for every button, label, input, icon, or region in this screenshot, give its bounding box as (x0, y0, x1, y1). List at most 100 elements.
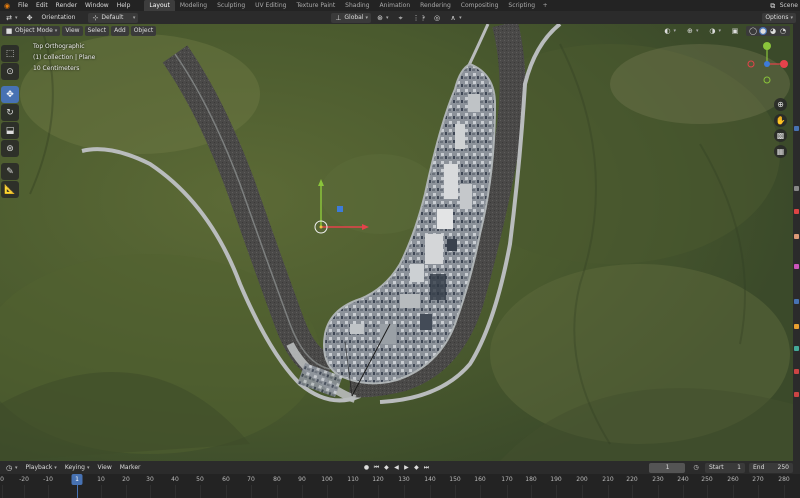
tab-rendering[interactable]: Rendering (415, 0, 456, 11)
playhead-frame-indicator[interactable]: 1 (71, 474, 83, 485)
zoom-icon[interactable]: ⊕ (774, 98, 787, 111)
playback-menu[interactable]: Playback ▾ (23, 463, 60, 473)
proportional-edit-toggle[interactable]: ◎ (430, 13, 444, 23)
options-dropdown[interactable]: Options ▾ (762, 12, 796, 23)
play-reverse-icon[interactable]: ◀ (392, 463, 401, 472)
add-workspace-button[interactable]: + (540, 0, 550, 11)
prev-keyframe-icon[interactable]: ◆ (382, 463, 391, 472)
rendered-shading-icon[interactable]: ◔ (779, 27, 787, 35)
timeline-tick-label: 230 (652, 476, 664, 483)
transform-space-dropdown[interactable]: ⊥ Global ▾ (331, 12, 372, 23)
menu-window[interactable]: Window (81, 0, 113, 11)
gizmo-toggle[interactable]: ⊕ ▾ (683, 26, 702, 36)
scene-tab-icon[interactable] (794, 234, 799, 239)
scene-selector[interactable]: ⧉ Scene (769, 0, 798, 11)
editor-type-dropdown[interactable]: ◷ ▾ (2, 463, 21, 473)
scale-icon[interactable]: ⬓ (1, 122, 19, 139)
proportional-falloff-dropdown[interactable]: ∧ ▾ (446, 13, 465, 23)
menu-file[interactable]: File (14, 0, 32, 11)
tab-uv-editing[interactable]: UV Editing (250, 0, 291, 11)
rotate-icon[interactable]: ↻ (1, 104, 19, 121)
select-menu[interactable]: Select (84, 25, 110, 36)
neg-x-axis-handle[interactable] (747, 60, 755, 68)
object-tab-icon[interactable] (794, 299, 799, 304)
tab-shading[interactable]: Shading (340, 0, 374, 11)
timeline-gridline (226, 485, 227, 498)
marker-menu[interactable]: Marker (117, 463, 144, 473)
menu-render[interactable]: Render (52, 0, 81, 11)
visibility-icon: ◐ (664, 26, 671, 35)
move-tool-indicator: ✥ (23, 13, 37, 23)
timeline-gridline (150, 485, 151, 498)
sidebar-tabs-strip[interactable] (793, 24, 800, 461)
tab-animation[interactable]: Animation (375, 0, 416, 11)
preview-range-icon[interactable]: ◷ (691, 463, 700, 472)
item-tab-icon[interactable] (794, 209, 799, 214)
annotate-icon[interactable]: ✎ (1, 163, 19, 180)
shading-mode-buttons[interactable]: ◯ ● ◕ ◔ (746, 25, 790, 36)
tab-modeling[interactable]: Modeling (175, 0, 212, 11)
3d-viewport[interactable]: Top Orthographic (1) Collection | Plane … (0, 24, 793, 461)
world-tab-icon[interactable] (794, 264, 799, 269)
timeline-gridline (277, 485, 278, 498)
view-menu[interactable]: View (62, 25, 83, 36)
modifier-tab-icon[interactable] (794, 324, 799, 329)
snap-toggle[interactable]: ⌖ (394, 13, 408, 23)
jump-start-icon[interactable]: ⏮ (372, 463, 381, 472)
record-icon[interactable]: ● (362, 463, 371, 472)
z-axis-handle[interactable] (764, 61, 770, 67)
material-shading-icon[interactable]: ◕ (769, 27, 777, 35)
tab-scripting[interactable]: Scripting (503, 0, 540, 11)
playhead-line[interactable] (77, 485, 78, 498)
transform-icon[interactable]: ⊛ (1, 140, 19, 157)
select-box-icon[interactable]: ⬚ (1, 45, 19, 62)
camera-icon[interactable]: ▩ (774, 129, 787, 142)
transform-pivot-dropdown[interactable]: ⇄ ▾ (2, 13, 21, 23)
cursor-icon[interactable]: ⊙ (1, 63, 19, 80)
neg-y-axis-handle[interactable] (763, 76, 771, 84)
timeline-ruler[interactable]: 0 -20 -10 1 10 20 30 40 50 60 70 80 90 100 110 120 130 14… (0, 474, 800, 498)
add-menu[interactable]: Add (111, 25, 129, 36)
x-axis-handle[interactable] (780, 60, 788, 68)
tab-texture-paint[interactable]: Texture Paint (291, 0, 340, 11)
next-keyframe-icon[interactable]: ◆ (412, 463, 421, 472)
wireframe-shading-icon[interactable]: ◯ (749, 27, 757, 35)
move-icon[interactable]: ✥ (1, 86, 19, 103)
jump-end-icon[interactable]: ⏭ (422, 463, 431, 472)
y-axis-handle[interactable] (763, 42, 771, 50)
navigation-gizmo[interactable] (745, 39, 790, 87)
object-mode-dropdown[interactable]: ■ Object Mode ▾ (2, 25, 61, 36)
blender-logo-icon[interactable]: ◉ (2, 1, 12, 10)
tool-tab-icon[interactable] (794, 126, 799, 131)
measure-icon[interactable]: 📐 (1, 181, 19, 198)
play-icon[interactable]: ▶ (402, 463, 411, 472)
particles-tab-icon[interactable] (794, 346, 799, 351)
menu-edit[interactable]: Edit (32, 0, 52, 11)
pan-hand-icon[interactable]: ✋ (774, 114, 787, 127)
end-frame-field[interactable]: End 250 (748, 462, 793, 473)
object-menu[interactable]: Object (130, 25, 157, 36)
constraints-tab-icon[interactable] (794, 392, 799, 397)
pivot-icon: ⇄ (6, 13, 12, 22)
playback-controls: ● ⏮ ◆ ◀ ▶ ◆ ⏭ (361, 463, 431, 472)
keying-menu[interactable]: Keying ▾ (62, 463, 93, 473)
current-frame-field[interactable]: 1 (649, 462, 686, 473)
timeline-view-menu[interactable]: View (94, 463, 114, 473)
pivot-point-button[interactable]: ⊛ ▾ (373, 13, 392, 23)
overlay-toggle[interactable]: ◑ ▾ (705, 26, 724, 36)
tab-sculpting[interactable]: Sculpting (212, 0, 250, 11)
visibility-dropdown[interactable]: ◐ ▾ (660, 26, 679, 36)
snap-target-dropdown[interactable]: ⋮⋮ ▾ (410, 13, 429, 23)
tab-layout[interactable]: Layout (144, 0, 175, 11)
perspective-grid-icon[interactable]: ▦ (774, 145, 787, 158)
solid-shading-icon[interactable]: ● (759, 26, 767, 35)
xray-toggle[interactable]: ▣ (728, 26, 742, 36)
start-frame-field[interactable]: Start 1 (704, 462, 745, 473)
tab-compositing[interactable]: Compositing (456, 0, 504, 11)
view-tab-icon[interactable] (794, 186, 799, 191)
menu-help[interactable]: Help (113, 0, 135, 11)
orientation-dropdown[interactable]: ⊹ Default ▾ (88, 12, 139, 23)
timeline-gridline (327, 485, 328, 498)
physics-tab-icon[interactable] (794, 369, 799, 374)
timeline-gridline (455, 485, 456, 498)
